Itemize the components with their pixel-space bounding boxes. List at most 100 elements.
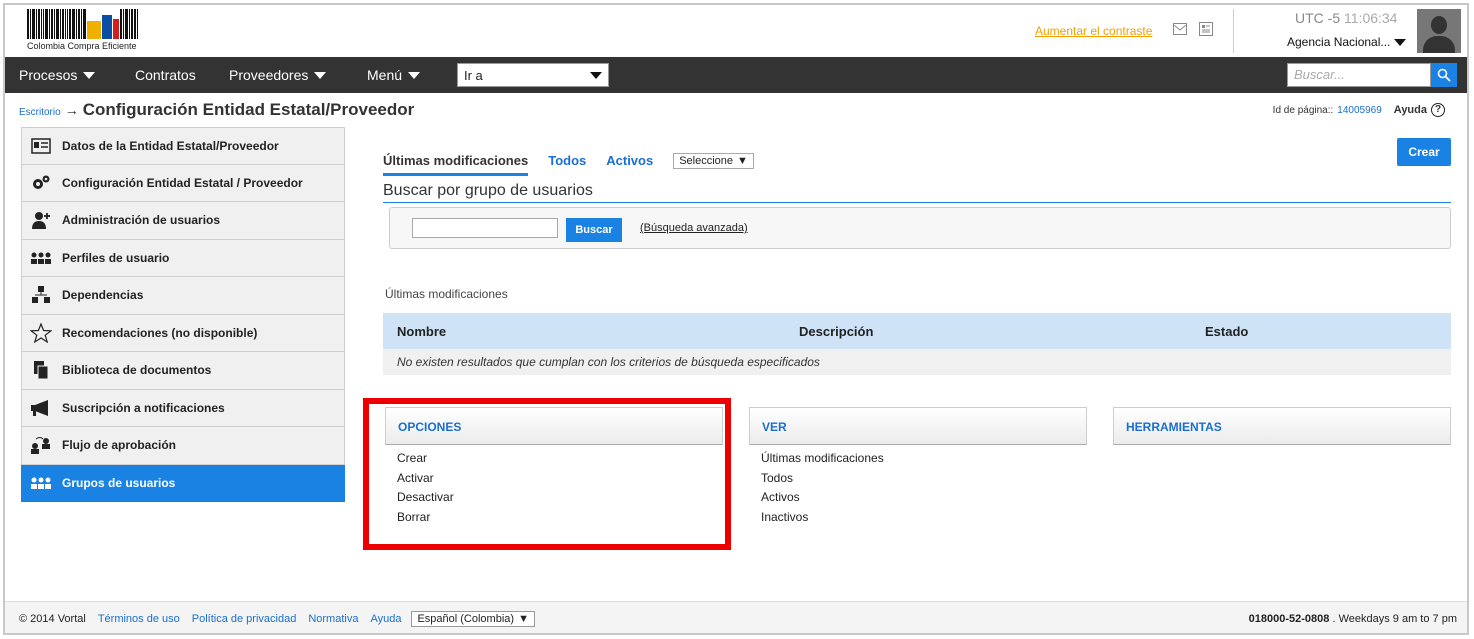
header-divider	[1233, 9, 1234, 53]
avatar[interactable]	[1417, 9, 1461, 53]
group-icon	[30, 473, 52, 493]
help-link[interactable]: Ayuda	[1394, 104, 1427, 116]
results-section-label: Últimas modificaciones	[385, 287, 508, 301]
nav-menu-label: Menú	[367, 67, 403, 83]
terms-link[interactable]: Términos de uso	[98, 613, 180, 625]
advanced-search-link[interactable]: (Búsqueda avanzada)	[640, 222, 748, 234]
nav-proveedores[interactable]: Proveedores	[229, 67, 327, 83]
tools-panel-title: HERRAMIENTAS	[1113, 407, 1451, 445]
page-id-value: 14005969	[1337, 104, 1382, 116]
agency-selector[interactable]: Agencia Nacional...	[1287, 35, 1407, 49]
sidebar-item-label: Administración de usuarios	[62, 213, 221, 228]
goto-select[interactable]: Ir a	[457, 63, 609, 87]
view-ultimas-link[interactable]: Últimas modificaciones	[761, 449, 1075, 469]
footer-help-link[interactable]: Ayuda	[370, 613, 401, 625]
user-add-icon	[30, 210, 52, 230]
logo-text: Colombia Compra Eficiente	[27, 41, 137, 51]
column-header-estado[interactable]: Estado	[1205, 324, 1248, 339]
goto-value: Ir a	[464, 67, 483, 83]
logo[interactable]: Colombia Compra Eficiente	[27, 9, 149, 53]
sidebar-item-label: Grupos de usuarios	[62, 475, 176, 490]
top-header: Colombia Compra Eficiente Aumentar el co…	[5, 5, 1467, 57]
footer: © 2014 Vortal Términos de uso Política d…	[5, 601, 1467, 633]
chevron-down-icon	[314, 71, 327, 79]
filter-select[interactable]: Seleccione ▼	[673, 152, 754, 169]
page-title: Configuración Entidad Estatal/Proveedor	[82, 100, 415, 119]
sidebar-item-recomendaciones[interactable]: Recomendaciones (no disponible)	[21, 314, 345, 352]
sidebar-item-perfiles[interactable]: Perfiles de usuario	[21, 239, 345, 277]
regulations-link[interactable]: Normativa	[308, 613, 358, 625]
view-todos-link[interactable]: Todos	[761, 469, 1075, 489]
sidebar-item-admin-usuarios[interactable]: Administración de usuarios	[21, 202, 345, 240]
phone-number: 018000-52-0808	[1248, 612, 1330, 625]
language-value: Español (Colombia)	[417, 612, 515, 625]
group-search-button[interactable]: Buscar	[566, 218, 622, 242]
sidebar-item-datos[interactable]: Datos de la Entidad Estatal/Proveedor	[21, 127, 345, 165]
sidebar-item-configuracion[interactable]: Configuración Entidad Estatal / Proveedo…	[21, 164, 345, 202]
highlight-box	[363, 398, 731, 550]
sidebar-item-dependencias[interactable]: Dependencias	[21, 277, 345, 315]
sidebar-item-grupos[interactable]: Grupos de usuarios	[21, 464, 345, 502]
create-button[interactable]: Crear	[1397, 138, 1451, 166]
column-header-descripcion[interactable]: Descripción	[799, 324, 873, 339]
search-panel: Buscar (Búsqueda avanzada)	[389, 207, 1451, 249]
nav-menu[interactable]: Menú	[367, 67, 421, 83]
breadcrumb-root-link[interactable]: Escritorio	[19, 107, 61, 118]
nav-contratos[interactable]: Contratos	[135, 67, 196, 83]
timezone-label: UTC -5	[1295, 10, 1341, 26]
filter-select-value: Seleccione	[679, 154, 734, 167]
users-icon	[30, 248, 52, 268]
view-activos-link[interactable]: Activos	[761, 488, 1075, 508]
chevron-down-icon	[408, 71, 421, 79]
group-search-input[interactable]	[412, 218, 558, 238]
help-icon[interactable]: ?	[1431, 103, 1445, 117]
view-inactivos-link[interactable]: Inactivos	[761, 508, 1075, 528]
sidebar-item-label: Biblioteca de documentos	[62, 363, 212, 378]
sidebar-item-label: Flujo de aprobación	[62, 438, 177, 453]
page-id-info: Id de página:: 14005969 Ayuda ?	[1273, 103, 1445, 117]
sidebar-item-label: Suscripción a notificaciones	[62, 400, 225, 415]
search-group-title: Buscar por grupo de usuarios	[383, 182, 1451, 203]
tools-panel: HERRAMIENTAS	[1113, 407, 1451, 445]
sidebar-item-biblioteca[interactable]: Biblioteca de documentos	[21, 352, 345, 390]
agency-label: Agencia Nacional...	[1287, 35, 1391, 49]
id-card-icon	[30, 136, 52, 156]
empty-results-message: No existen resultados que cumplan con lo…	[383, 349, 1451, 375]
page-id-label: Id de página::	[1272, 104, 1334, 116]
star-icon	[30, 322, 52, 343]
clock: UTC -5 11:06:34	[1295, 10, 1397, 26]
search-button[interactable]	[1431, 63, 1457, 87]
mail-icon[interactable]	[1173, 23, 1187, 35]
nav-contratos-label: Contratos	[135, 67, 196, 83]
org-chart-icon	[30, 285, 52, 305]
megaphone-icon	[30, 398, 52, 418]
tab-activos[interactable]: Activos	[606, 153, 653, 168]
documents-icon	[30, 360, 52, 380]
column-header-nombre[interactable]: Nombre	[397, 324, 446, 339]
table-header: Nombre Descripción Estado	[383, 313, 1451, 349]
chevron-down-icon: ▼	[737, 154, 748, 167]
nav-procesos[interactable]: Procesos	[19, 67, 96, 83]
search-input[interactable]: Buscar...	[1287, 63, 1431, 87]
language-select[interactable]: Español (Colombia) ▼	[411, 610, 535, 627]
gears-icon	[30, 173, 52, 193]
nav-proveedores-label: Proveedores	[229, 67, 309, 83]
search-icon	[1437, 68, 1451, 82]
nav-procesos-label: Procesos	[19, 67, 78, 83]
privacy-link[interactable]: Política de privacidad	[192, 613, 297, 625]
support-hours: . Weekdays 9 am to 7 pm	[1332, 612, 1457, 625]
results-table: Nombre Descripción Estado No existen res…	[383, 313, 1451, 375]
main-navbar: Procesos Contratos Proveedores Menú Ir a…	[5, 57, 1467, 93]
sidebar-item-suscripcion[interactable]: Suscripción a notificaciones	[21, 389, 345, 427]
increase-contrast-link[interactable]: Aumentar el contraste	[1035, 24, 1152, 38]
chevron-down-icon	[83, 71, 96, 79]
tab-ultimas-modificaciones[interactable]: Últimas modificaciones	[383, 153, 529, 176]
tab-bar: Últimas modificaciones Todos Activos Sel…	[383, 145, 754, 176]
time-label: 11:06:34	[1344, 10, 1398, 26]
news-icon[interactable]	[1199, 22, 1213, 36]
view-panel: VER Últimas modificaciones Todos Activos…	[749, 407, 1087, 531]
chevron-down-icon	[590, 71, 602, 79]
sidebar-item-flujo[interactable]: Flujo de aprobación	[21, 427, 345, 465]
view-list: Últimas modificaciones Todos Activos Ina…	[749, 445, 1087, 531]
tab-todos[interactable]: Todos	[548, 153, 586, 168]
